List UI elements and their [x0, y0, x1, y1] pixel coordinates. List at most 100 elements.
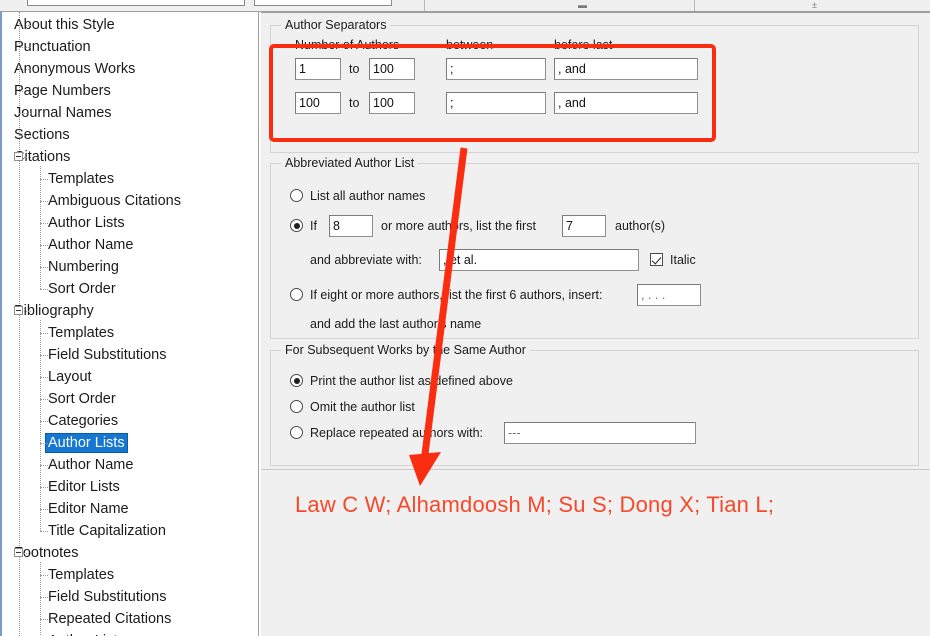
style-editor-window: ▬ ± About this Style Punctuation Anonymous… — [0, 0, 930, 636]
tree-item-label: Author Lists — [45, 433, 128, 453]
label-and-add-the-last-authors-name: and add the last author's name — [310, 317, 482, 331]
toolbar-strip: ▬ ± — [0, 0, 930, 12]
tree-item-footnotes[interactable]: Footnotes — [2, 542, 258, 564]
label-replace-repeated-authors: Replace repeated authors with: — [310, 426, 484, 440]
tree-item-page-numbers[interactable]: Page Numbers — [2, 80, 258, 102]
separator-row-1-before-last-input[interactable]: , and — [554, 58, 698, 80]
tree-collapse-icon[interactable] — [14, 306, 23, 315]
tree-connector — [40, 421, 48, 422]
tree-container: About this Style Punctuation Anonymous Wor… — [2, 12, 258, 636]
subsequent-works-group: For Subsequent Works by the Same Author … — [270, 343, 919, 466]
tree-connector — [19, 47, 31, 48]
tree-connector — [40, 201, 48, 202]
tree-item-label: Editor Name — [48, 501, 129, 517]
insert-input[interactable]: , . . . — [637, 284, 701, 306]
tree-item-label: Layout — [48, 369, 92, 385]
abbreviated-author-list-group: Abbreviated Author List List all author … — [270, 156, 919, 339]
tree-connector — [40, 487, 48, 488]
radio-replace-repeated-authors[interactable] — [290, 426, 303, 439]
separator-row-2-to-input[interactable]: 100 — [369, 92, 415, 114]
tree-connector — [19, 69, 31, 70]
tree-connector — [19, 91, 31, 92]
tree-connector — [19, 135, 31, 136]
tree-connector — [40, 179, 48, 180]
label-if-eight-or-more-authors: If eight or more authors, list the first… — [310, 288, 603, 302]
label-italic: Italic — [670, 253, 696, 267]
tree-connector — [40, 245, 48, 246]
subsequent-works-title: For Subsequent Works by the Same Author — [281, 343, 530, 357]
tree-item-label: Title Capitalization — [48, 523, 166, 539]
tree-connector — [19, 25, 31, 26]
tree-item-citations[interactable]: Citations — [2, 146, 258, 168]
separator-row-2-before-last-input[interactable]: , and — [554, 92, 698, 114]
toolbar-plus-icon[interactable]: ± — [812, 1, 817, 10]
tree-item-label: Author Name — [48, 457, 134, 473]
tree-item-label: Numbering — [48, 259, 119, 275]
abbreviated-author-list-title: Abbreviated Author List — [281, 156, 419, 170]
tree-spine-child — [40, 562, 41, 636]
toolbar-separator-1 — [424, 0, 425, 11]
tree-connector — [40, 465, 48, 466]
toolbar-minus-icon[interactable]: ▬ — [578, 1, 587, 10]
label-print-author-list-as-defined: Print the author list as defined above — [310, 374, 513, 388]
radio-if-n-or-more-authors[interactable] — [290, 219, 303, 232]
tree-connector — [40, 267, 48, 268]
tree-item-label: Editor Lists — [48, 479, 120, 495]
tree-item-label: Repeated Citations — [48, 611, 172, 627]
separator-row-2-between-input[interactable]: ; — [446, 92, 546, 114]
tree-connector — [40, 377, 48, 378]
tree-connector — [40, 443, 48, 444]
abbreviate-with-input[interactable]: , et al. — [439, 249, 639, 271]
tree-spine-child — [40, 166, 41, 289]
tree-item-label: Field Substitutions — [48, 347, 167, 363]
label-author-s: author(s) — [615, 219, 666, 233]
separator-row-1-from-input[interactable]: 1 — [295, 58, 341, 80]
radio-omit-the-author-list[interactable] — [290, 400, 303, 413]
tree-item-label: Author Lists — [46, 632, 127, 636]
tree-item-label: Sort Order — [48, 281, 116, 297]
tree-collapse-icon[interactable] — [14, 548, 23, 557]
tree-item-about-this-style[interactable]: About this Style — [2, 14, 258, 36]
tree-item-label: Templates — [48, 171, 115, 187]
tree-spine-child — [40, 320, 41, 531]
replace-repeated-authors-input[interactable]: --- — [504, 422, 696, 444]
tree-connector — [40, 223, 48, 224]
italic-checkbox[interactable] — [650, 253, 663, 266]
tree-connector — [40, 355, 48, 356]
tree-item-journal-names[interactable]: Journal Names — [2, 102, 258, 124]
separator-row-2-from-input[interactable]: 100 — [295, 92, 341, 114]
separator-row-2-to-label: to — [349, 96, 360, 110]
radio-if-eight-or-more-authors[interactable] — [290, 288, 303, 301]
preview-pane: Law C W; Alhamdoosh M; Su S; Dong X; Tia… — [261, 469, 930, 636]
radio-list-all-author-names[interactable] — [290, 189, 303, 202]
column-header-before-last: before last — [554, 38, 613, 52]
tree-connector — [24, 157, 31, 158]
column-header-between: between — [446, 38, 494, 52]
tree-item-label: Templates — [48, 325, 115, 341]
tree-item-label: Categories — [48, 413, 119, 429]
tree-item-label: Sort Order — [48, 391, 116, 407]
first-count-input[interactable]: 7 — [562, 215, 606, 237]
style-navigation-tree[interactable]: About this Style Punctuation Anonymous Wor… — [0, 12, 259, 636]
tree-connector — [24, 311, 31, 312]
toolbar-font-field[interactable] — [27, 0, 245, 6]
tree-item-label: Author Lists — [48, 215, 125, 231]
tree-item-punctuation[interactable]: Punctuation — [2, 36, 258, 58]
tree-item-bibliography[interactable]: Bibliography — [2, 300, 258, 322]
toolbar-size-field[interactable] — [254, 0, 392, 6]
tree-item-sections[interactable]: Sections — [2, 124, 258, 146]
tree-connector — [40, 575, 48, 576]
separator-row-1-to-input[interactable]: 100 — [369, 58, 415, 80]
preview-text: Law C W; Alhamdoosh M; Su S; Dong X; Tia… — [295, 492, 775, 517]
if-threshold-input[interactable]: 8 — [329, 215, 373, 237]
tree-connector — [40, 333, 48, 334]
label-and-abbreviate-with: and abbreviate with: — [310, 253, 422, 267]
label-or-more-authors-list-the-first: or more authors, list the first — [381, 219, 536, 233]
separator-row-1-between-input[interactable]: ; — [446, 58, 546, 80]
tree-item-label: Ambiguous Citations — [48, 193, 181, 209]
label-list-all-author-names: List all author names — [310, 189, 426, 203]
tree-item-anonymous-works[interactable]: Anonymous Works — [2, 58, 258, 80]
tree-collapse-icon[interactable] — [14, 152, 23, 161]
radio-print-author-list-as-defined[interactable] — [290, 374, 303, 387]
tree-connector — [40, 509, 48, 510]
